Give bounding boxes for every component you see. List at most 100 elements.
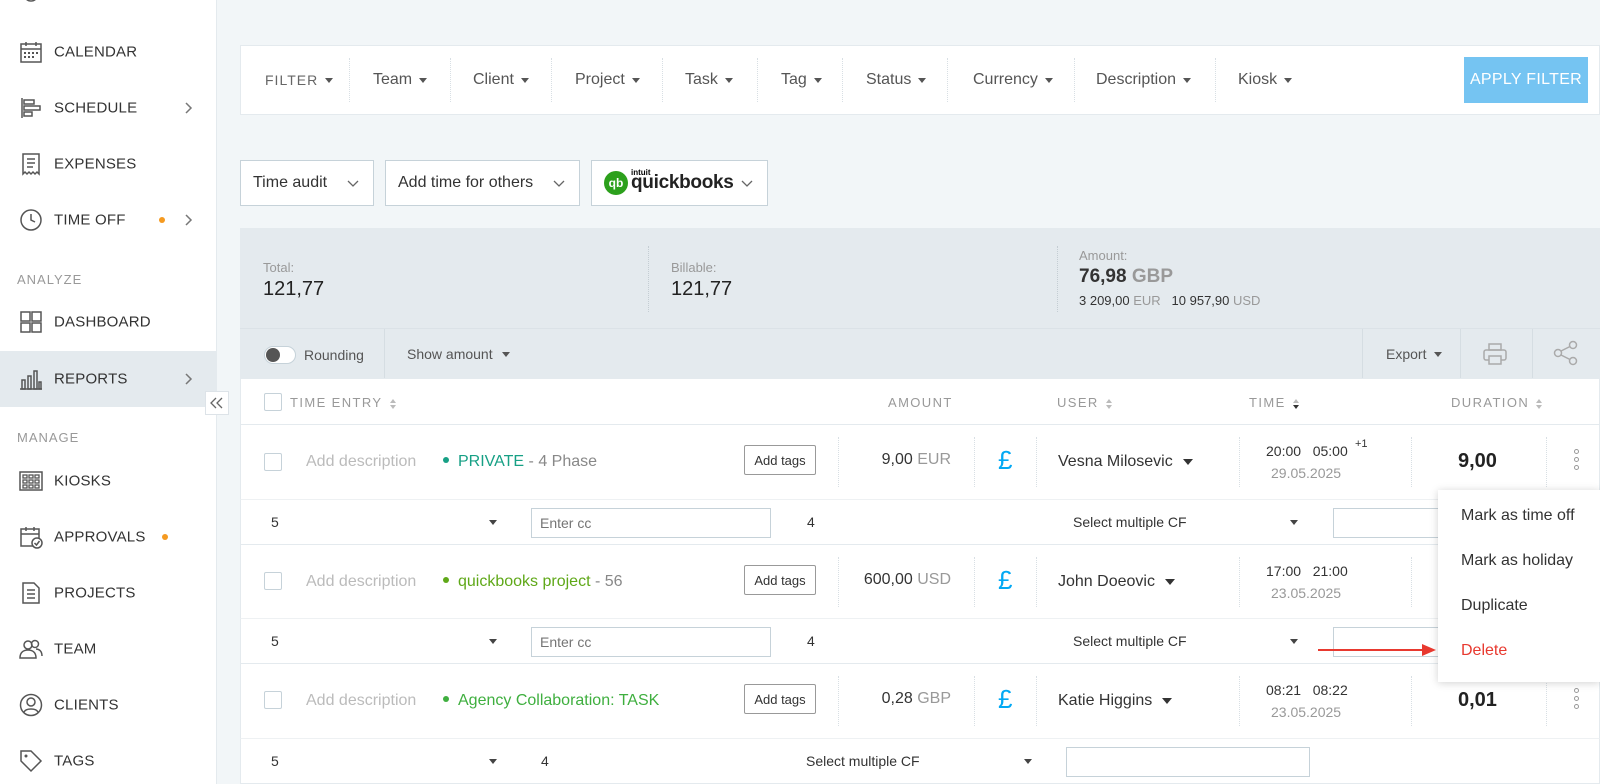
filter-project[interactable]: Project — [575, 46, 640, 114]
time-range[interactable]: 17:00 21:00 — [1266, 563, 1348, 579]
sidebar-item-projects[interactable]: PROJECTS — [0, 565, 217, 621]
caret-down-icon — [1434, 351, 1443, 357]
project-picker[interactable]: Agency Collaboration: TASK — [443, 692, 659, 710]
select-multiple-cf[interactable]: Select multiple CF — [1073, 633, 1187, 649]
entry-date[interactable]: 23.05.2025 — [1271, 704, 1341, 720]
menu-item-mark-as-holiday[interactable]: Mark as holiday — [1461, 552, 1573, 570]
sidebar-item-tags[interactable]: TAGS — [0, 733, 217, 784]
filter-client[interactable]: Client — [473, 46, 529, 114]
filter-status[interactable]: Status — [866, 46, 927, 114]
billable-pound-icon[interactable]: £ — [998, 565, 1012, 596]
sidebar-item-approvals[interactable]: APPROVALS — [0, 509, 217, 565]
add-tags-button[interactable]: Add tags — [744, 445, 816, 475]
custom-field-value[interactable]: 5 — [271, 514, 279, 530]
caret-down-icon[interactable] — [1290, 520, 1298, 525]
row-checkbox[interactable] — [264, 572, 282, 590]
filter-team[interactable]: Team — [373, 46, 428, 114]
add-tags-button[interactable]: Add tags — [744, 684, 816, 714]
description-input[interactable]: Add description — [306, 573, 416, 591]
usd-value: 10 957,90 — [1171, 293, 1230, 308]
description-input[interactable]: Add description — [306, 453, 416, 471]
share-button[interactable] — [1553, 340, 1579, 366]
sidebar-item-expenses[interactable]: EXPENSES — [0, 136, 217, 192]
sidebar-item-schedule[interactable]: SCHEDULE — [0, 80, 217, 136]
report-toolbar: Rounding Show amount Export — [240, 328, 1600, 379]
sidebar-item-team[interactable]: TEAM — [0, 621, 217, 677]
export-dropdown[interactable]: Export — [1386, 329, 1443, 379]
sidebar-item-clients[interactable]: CLIENTS — [0, 677, 217, 733]
filter-tag[interactable]: Tag — [781, 46, 822, 114]
annotation-arrow-icon — [1318, 644, 1436, 656]
billable-value: 121,77 — [671, 278, 733, 300]
add-time-for-others-dropdown[interactable]: Add time for others — [385, 160, 580, 206]
apply-filter-button[interactable]: APPLY FILTER — [1464, 57, 1588, 103]
time-audit-dropdown[interactable]: Time audit — [240, 160, 374, 206]
duration-value[interactable]: 9,00 — [1458, 450, 1497, 473]
collapse-sidebar-button[interactable] — [205, 391, 229, 415]
caret-down-icon[interactable] — [1290, 639, 1298, 644]
caret-down-icon[interactable] — [489, 639, 497, 644]
quickbooks-dropdown[interactable]: qb intuit quickbooks — [591, 160, 768, 206]
filter-kiosk[interactable]: Kiosk — [1238, 46, 1293, 114]
cc-input[interactable] — [531, 508, 771, 538]
table-row: Add description PRIVATE - 4 Phase Add ta… — [240, 425, 1600, 499]
entry-date[interactable]: 23.05.2025 — [1271, 585, 1341, 601]
time-range[interactable]: 08:21 08:22 — [1266, 682, 1348, 698]
select-all-checkbox[interactable] — [264, 393, 282, 411]
user-dropdown[interactable]: Vesna Milosevic — [1058, 453, 1193, 471]
custom-field-value[interactable]: 5 — [271, 753, 279, 769]
select-multiple-cf[interactable]: Select multiple CF — [1073, 514, 1187, 530]
clock-search-icon[interactable] — [19, 0, 43, 10]
billable-pound-icon[interactable]: £ — [998, 684, 1012, 715]
show-amount-dropdown[interactable]: Show amount — [407, 329, 510, 379]
project-picker[interactable]: quickbooks project - 56 — [443, 573, 623, 591]
rounding-toggle[interactable] — [264, 346, 296, 364]
filter-task[interactable]: Task — [685, 46, 733, 114]
project-picker[interactable]: PRIVATE - 4 Phase — [443, 453, 597, 471]
caret-down-icon[interactable] — [1024, 759, 1032, 764]
custom-field-value[interactable]: 4 — [807, 633, 815, 649]
menu-item-delete[interactable]: Delete — [1461, 642, 1507, 660]
entry-date[interactable]: 29.05.2025 — [1271, 465, 1341, 481]
share-icon — [1553, 340, 1578, 366]
add-tags-button[interactable]: Add tags — [744, 565, 816, 595]
column-header-time-entry[interactable]: TIME ENTRY — [290, 395, 397, 410]
amount-currency: EUR — [917, 451, 951, 468]
row-checkbox[interactable] — [264, 453, 282, 471]
cc-input[interactable] — [531, 627, 771, 657]
time-range[interactable]: 20:00 05:00 — [1266, 443, 1348, 459]
filter-description[interactable]: Description — [1096, 46, 1192, 114]
menu-item-duplicate[interactable]: Duplicate — [1461, 597, 1528, 615]
select-multiple-cf[interactable]: Select multiple CF — [806, 753, 920, 769]
sidebar-item-calendar[interactable]: CALENDAR — [0, 24, 217, 80]
section-label-manage: MANAGE — [17, 430, 80, 445]
custom-field-value[interactable]: 5 — [271, 633, 279, 649]
description-input[interactable]: Add description — [306, 692, 416, 710]
row-checkbox[interactable] — [264, 691, 282, 709]
sidebar-item-label: CALENDAR — [54, 43, 138, 61]
sidebar-item-reports[interactable]: REPORTS — [0, 351, 217, 407]
column-header-duration[interactable]: DURATION — [1451, 395, 1543, 410]
sidebar-item-dashboard[interactable]: DASHBOARD — [0, 294, 217, 350]
custom-field-value[interactable]: 4 — [807, 514, 815, 530]
user-dropdown[interactable]: John Doeovic — [1058, 573, 1175, 591]
dashboard-icon — [19, 310, 43, 334]
filter-currency[interactable]: Currency — [973, 46, 1053, 114]
custom-field-value[interactable]: 4 — [541, 753, 549, 769]
divider — [1239, 557, 1240, 607]
print-button[interactable] — [1482, 341, 1508, 367]
duration-value[interactable]: 0,01 — [1458, 689, 1497, 712]
custom-field-input[interactable] — [1066, 747, 1310, 777]
sidebar-item-kiosks[interactable]: KIOSKS — [0, 453, 217, 509]
caret-down-icon[interactable] — [489, 759, 497, 764]
caret-down-icon[interactable] — [489, 520, 497, 525]
sidebar-item-time-off[interactable]: TIME OFF — [0, 192, 217, 248]
more-options-icon[interactable] — [1574, 449, 1580, 475]
billable-pound-icon[interactable]: £ — [998, 445, 1012, 476]
more-options-icon[interactable] — [1574, 688, 1580, 714]
filter-dropdown[interactable]: FILTER — [265, 46, 334, 114]
column-header-time[interactable]: TIME — [1249, 395, 1300, 410]
menu-item-mark-as-time-off[interactable]: Mark as time off — [1461, 507, 1575, 525]
column-header-user[interactable]: USER — [1057, 395, 1113, 410]
user-dropdown[interactable]: Katie Higgins — [1058, 692, 1173, 710]
